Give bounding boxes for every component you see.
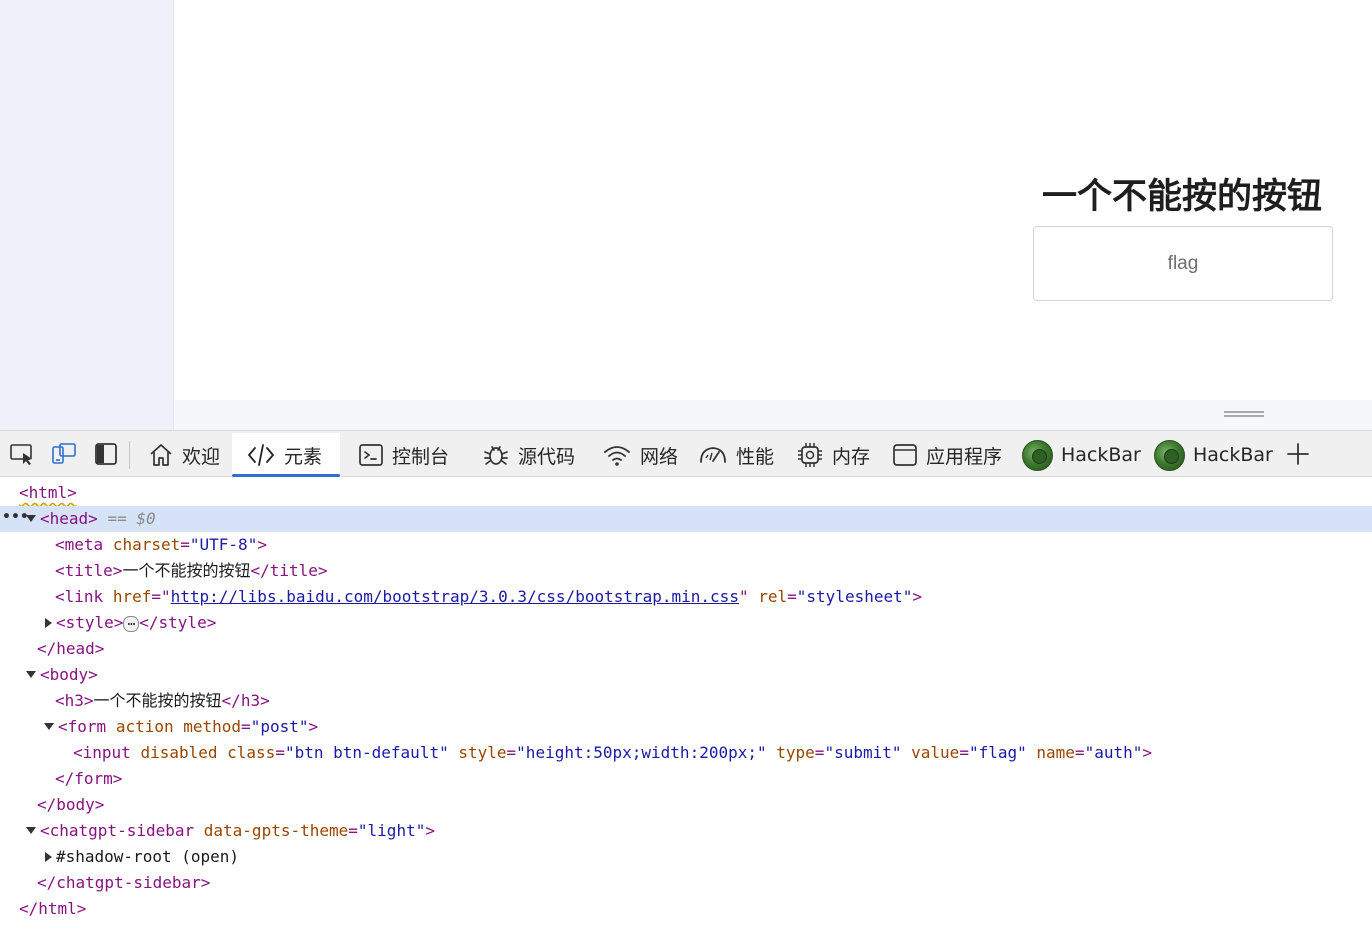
tab-label: 源代码 [518,445,576,468]
dom-node-style[interactable]: <style>… </style> [0,610,1372,636]
gauge-icon [700,447,726,463]
expand-toggle-icon[interactable] [26,515,36,522]
dom-node-html[interactable]: <html> [0,480,1372,506]
tab-label: 网络 [640,445,679,468]
device-emulation-icon[interactable] [50,440,78,468]
dom-node-form[interactable]: <form action method="post"> [0,714,1372,740]
tab-label: 内存 [832,445,871,468]
bug-icon [484,446,508,465]
toolbar-divider [129,441,130,469]
dom-node-form-close[interactable]: </form> [0,766,1372,792]
tab-console[interactable]: 控制台 [344,433,459,477]
home-icon [150,444,172,466]
dom-node-link[interactable]: <link href="http://libs.baidu.com/bootst… [0,584,1372,610]
window-icon [893,444,917,466]
page-heading: 一个不能按的按钮 [1041,177,1322,217]
page-viewport: 一个不能按的按钮 flag [174,0,1372,400]
tab-label: 性能 [736,445,775,468]
dom-node-title[interactable]: <title>一个不能按的按钮</title> [0,558,1372,584]
dom-node-head[interactable]: ••• <head> == $0 [0,506,1372,532]
dom-node-shadow-root[interactable]: #shadow-root (open) [0,844,1372,870]
dom-node-body-close[interactable]: </body> [0,792,1372,818]
code-icon [248,444,274,466]
dom-node-html-close[interactable]: </html> [0,896,1372,922]
devtools-tab-bar: 欢迎 元素 控制台 源代码 网络 性能 内存 应用程序 HackBar Hack… [0,430,1372,477]
tab-welcome[interactable]: 欢迎 [134,433,230,477]
tab-performance[interactable]: 性能 [684,433,784,477]
tab-network[interactable]: 网络 [588,433,688,477]
tab-hackbar-1[interactable]: HackBar [1008,433,1151,477]
chip-icon [798,443,822,467]
tab-label: HackBar [1061,444,1141,466]
dock-sidebar-icon[interactable] [92,440,120,468]
dom-node-meta[interactable]: <meta charset="UTF-8"> [0,532,1372,558]
inspect-element-icon[interactable] [8,440,36,468]
devtools-resize-bar[interactable] [174,400,1372,430]
tab-sources[interactable]: 源代码 [468,433,585,477]
hackbar-icon [1154,439,1185,471]
tab-memory[interactable]: 内存 [782,433,880,477]
tab-application[interactable]: 应用程序 [878,433,1012,477]
wifi-icon [604,446,630,466]
dom-node-input[interactable]: <input disabled class="btn btn-default" … [0,740,1372,766]
tab-label: 欢迎 [182,445,221,468]
expand-toggle-icon[interactable] [45,852,52,862]
collapsed-content-badge[interactable]: … [123,615,140,632]
left-panel-strip [0,0,174,430]
dom-node-body[interactable]: <body> [0,662,1372,688]
dom-node-head-close[interactable]: </head> [0,636,1372,662]
add-tab-icon[interactable] [1285,441,1311,467]
expand-toggle-icon[interactable] [26,827,36,834]
tab-label: HackBar [1193,444,1273,466]
tab-hackbar-2[interactable]: HackBar [1140,433,1283,477]
more-options-icon[interactable]: ••• [2,506,29,528]
tab-label: 元素 [284,445,323,468]
expand-toggle-icon[interactable] [26,671,36,678]
selected-marker: == $0 [107,509,156,528]
stylesheet-link[interactable]: http://libs.baidu.com/bootstrap/3.0.3/cs… [171,587,739,606]
expand-toggle-icon[interactable] [44,723,54,730]
flag-button[interactable]: flag [1033,226,1333,301]
dom-node-h3[interactable]: <h3>一个不能按的按钮</h3> [0,688,1372,714]
tab-label: 应用程序 [926,445,1003,468]
expand-toggle-icon[interactable] [45,618,52,628]
tab-elements[interactable]: 元素 [232,433,340,477]
hackbar-icon [1022,439,1053,471]
dom-tree: <html> ••• <head> == $0 <meta charset="UT… [0,480,1372,931]
resize-grip-icon[interactable] [1224,411,1264,417]
console-icon [359,444,383,466]
tab-label: 控制台 [392,445,450,468]
dom-node-sidebar-close[interactable]: </chatgpt-sidebar> [0,870,1372,896]
dom-node-chatgpt-sidebar[interactable]: <chatgpt-sidebar data-gpts-theme="light"… [0,818,1372,844]
